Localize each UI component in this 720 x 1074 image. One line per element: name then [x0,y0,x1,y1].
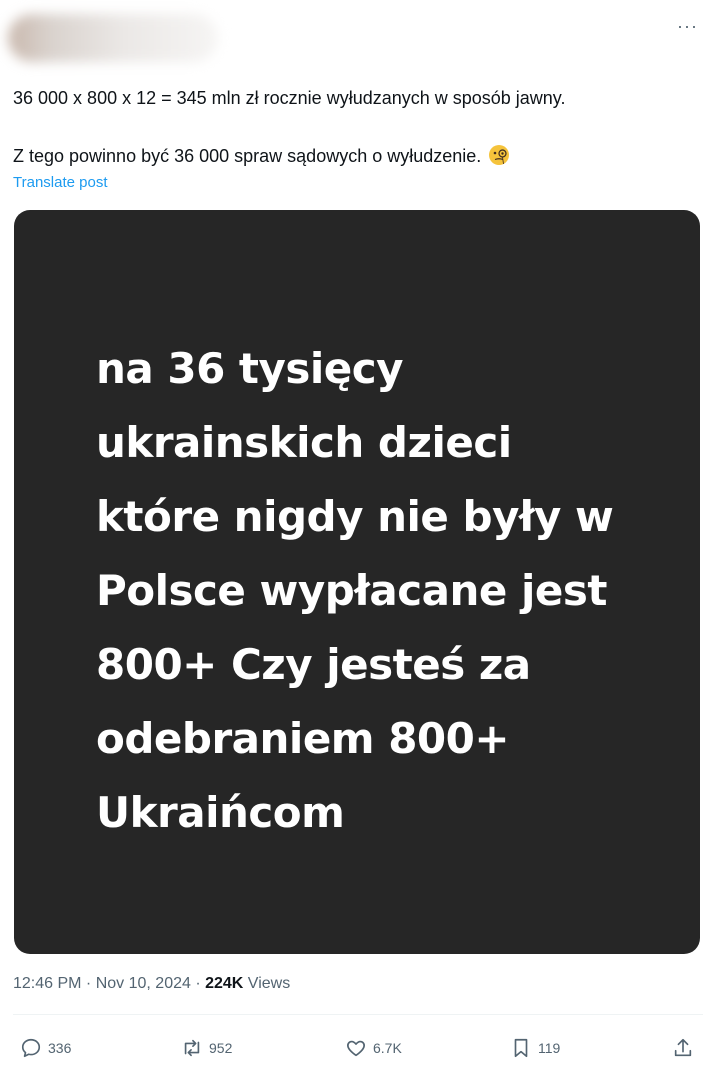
post-image[interactable]: na 36 tysięcy ukrainskich dzieci które n… [14,210,700,954]
repost-icon [184,1039,200,1057]
post-text-line-2-content: Z tego powinno być 36 000 spraw sądowych… [13,146,482,166]
share-button[interactable] [672,1032,700,1064]
reply-icon [21,1038,41,1058]
share-icon [674,1038,692,1057]
divider [13,1014,703,1015]
image-text-line: które nigdy nie były w [96,492,614,541]
separator: · [190,975,206,992]
image-text: na 36 tysięcy ukrainskich dzieci które n… [96,332,656,850]
image-text-line: na 36 tysięcy [96,344,404,393]
reply-count: 336 [48,1040,72,1056]
more-options-icon[interactable]: ··· [677,16,698,37]
views-count: 224K [205,975,244,992]
bookmark-count: 119 [538,1040,561,1056]
post-text-line-1: 36 000 x 800 x 12 = 345 mln zł rocznie w… [13,88,566,108]
bookmark-icon [514,1038,528,1058]
post-header: ··· [0,0,720,70]
image-text-line: Polsce wypłacane jest [96,566,607,615]
post-metadata: 12:46 PM · Nov 10, 2024 · 224K Views [13,975,290,993]
reply-button[interactable]: 336 [20,1032,71,1064]
repost-count: 952 [209,1040,233,1056]
heart-icon [347,1040,365,1057]
translate-post-link[interactable]: Translate post [13,174,108,191]
face-with-monocle-icon [489,145,510,165]
repost-button[interactable]: 952 [181,1032,232,1064]
post-text: 36 000 x 800 x 12 = 345 mln zł rocznie w… [13,86,703,168]
image-text-line: ukrainskich dzieci [96,418,512,467]
post-date[interactable]: Nov 10, 2024 [96,975,191,992]
bookmark-button[interactable]: 119 [510,1032,560,1064]
views-label: Views [243,975,291,992]
action-bar: 336 952 6.7K 119 [0,1032,720,1064]
image-text-line: Ukraińcom [96,788,345,837]
image-text-line: 800+ Czy jesteś za [96,640,531,689]
image-text-line: odebraniem 800+ [96,714,510,763]
post-time[interactable]: 12:46 PM [13,975,81,992]
separator: · [81,975,96,992]
like-count: 6.7K [373,1040,402,1056]
blurred-author-info [8,14,218,62]
like-button[interactable]: 6.7K [345,1032,402,1064]
post-text-line-2: Z tego powinno być 36 000 spraw sądowych… [13,144,703,168]
